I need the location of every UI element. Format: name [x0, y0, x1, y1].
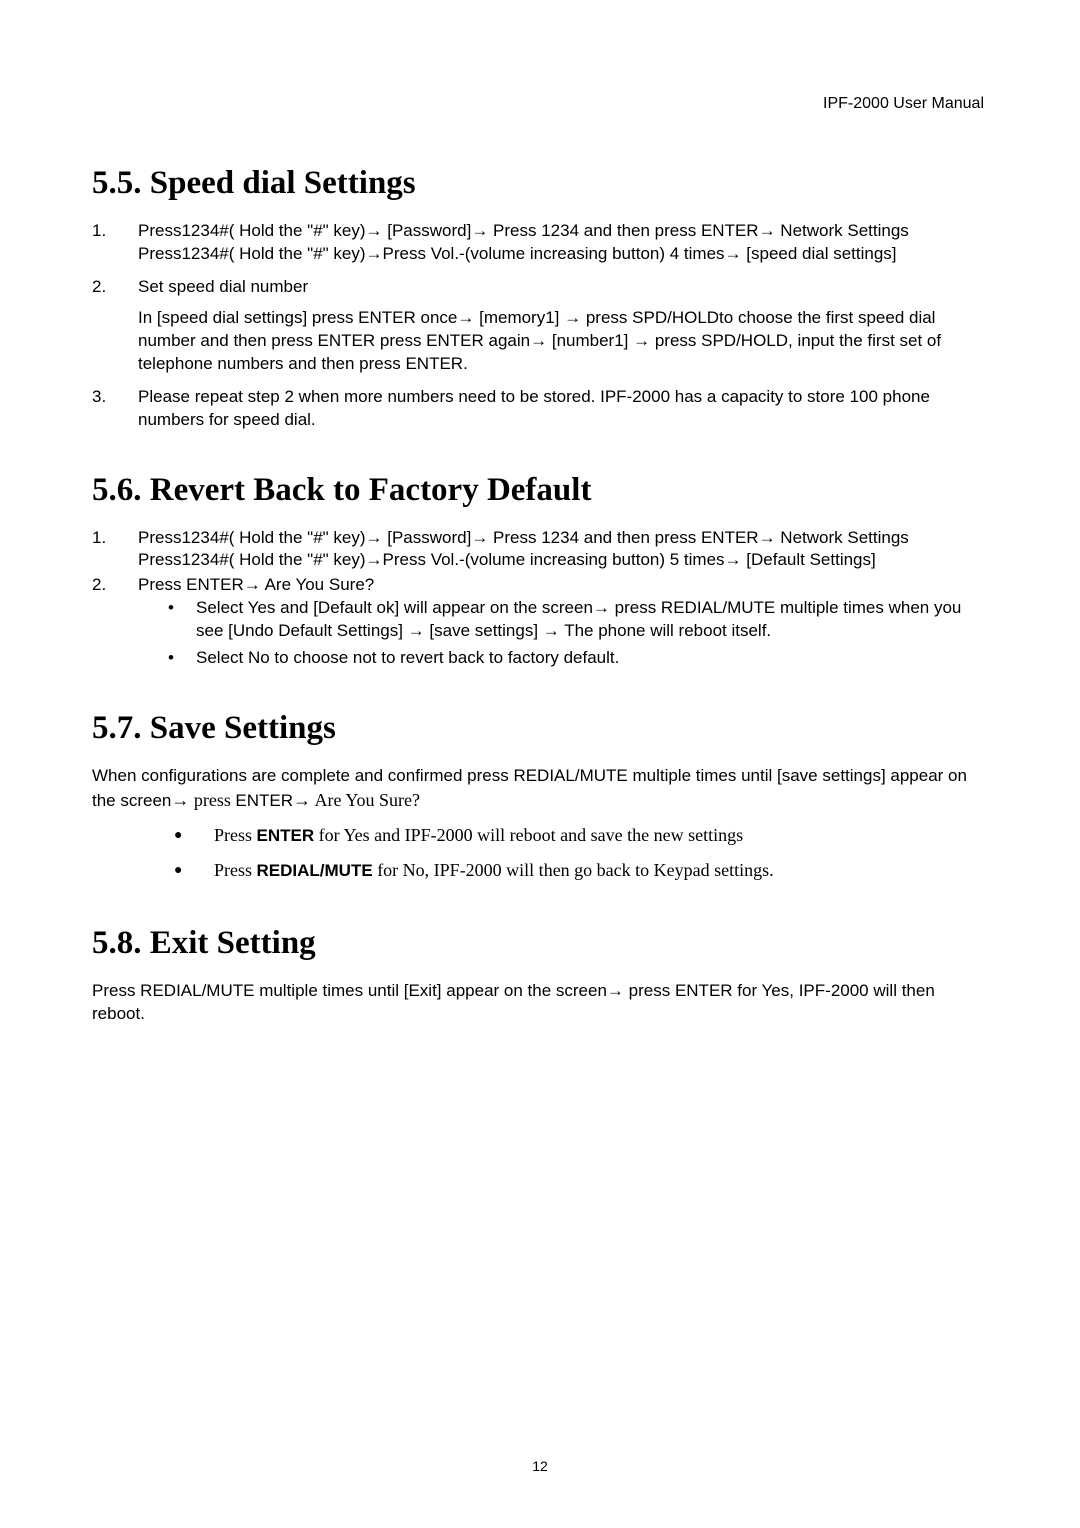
paragraph-5-7: When configurations are complete and con… [92, 765, 988, 813]
list-item: Press1234#( Hold the "#" key)→ [Password… [92, 527, 988, 573]
list-item-text: Press ENTER→ Are You Sure? [138, 575, 374, 594]
list-item: Please repeat step 2 when more numbers n… [92, 386, 988, 432]
text-run-serif: → press [171, 790, 235, 810]
list-item-text: Set speed dial number [138, 277, 308, 296]
list-item: Press1234#( Hold the "#" key)→ [Password… [92, 220, 988, 266]
page-container: IPF-2000 User Manual 5.5. Speed dial Set… [0, 0, 1080, 1528]
text-run: Press [214, 825, 257, 845]
bullets-5-7: Press ENTER for Yes and IPF-2000 will re… [172, 821, 988, 885]
text-bold: REDIAL/MUTE [257, 861, 373, 880]
text-run: Press [214, 860, 257, 880]
text-run: ENTER [235, 791, 293, 810]
bullet-item: Select Yes and [Default ok] will appear … [166, 597, 988, 643]
document-header: IPF-2000 User Manual [823, 95, 984, 113]
bullet-item: Press ENTER for Yes and IPF-2000 will re… [172, 821, 988, 850]
text-run: for Yes and IPF-2000 will reboot and sav… [314, 825, 743, 845]
list-5-6: Press1234#( Hold the "#" key)→ [Password… [92, 527, 988, 671]
sub-paragraph: In [speed dial settings] press ENTER onc… [138, 307, 988, 376]
list-item: Press ENTER→ Are You Sure? Select Yes an… [92, 574, 988, 670]
bullet-item: Press REDIAL/MUTE for No, IPF-2000 will … [172, 856, 988, 885]
text-run: for No, IPF-2000 will then go back to Ke… [373, 860, 774, 880]
bullet-item: Select No to choose not to revert back t… [166, 647, 988, 670]
heading-5-8: 5.8. Exit Setting [92, 925, 988, 962]
list-5-5: Press1234#( Hold the "#" key)→ [Password… [92, 220, 988, 432]
text-bold: ENTER [257, 826, 315, 845]
heading-5-6: 5.6. Revert Back to Factory Default [92, 472, 988, 509]
page-number: 12 [0, 1458, 1080, 1474]
sub-bullets: Select Yes and [Default ok] will appear … [166, 597, 988, 670]
heading-5-7: 5.7. Save Settings [92, 710, 988, 747]
paragraph-5-8: Press REDIAL/MUTE multiple times until [… [92, 980, 988, 1026]
heading-5-5: 5.5. Speed dial Settings [92, 165, 988, 202]
text-run-serif: → Are You Sure? [293, 790, 420, 810]
list-item: Set speed dial number In [speed dial set… [92, 276, 988, 376]
